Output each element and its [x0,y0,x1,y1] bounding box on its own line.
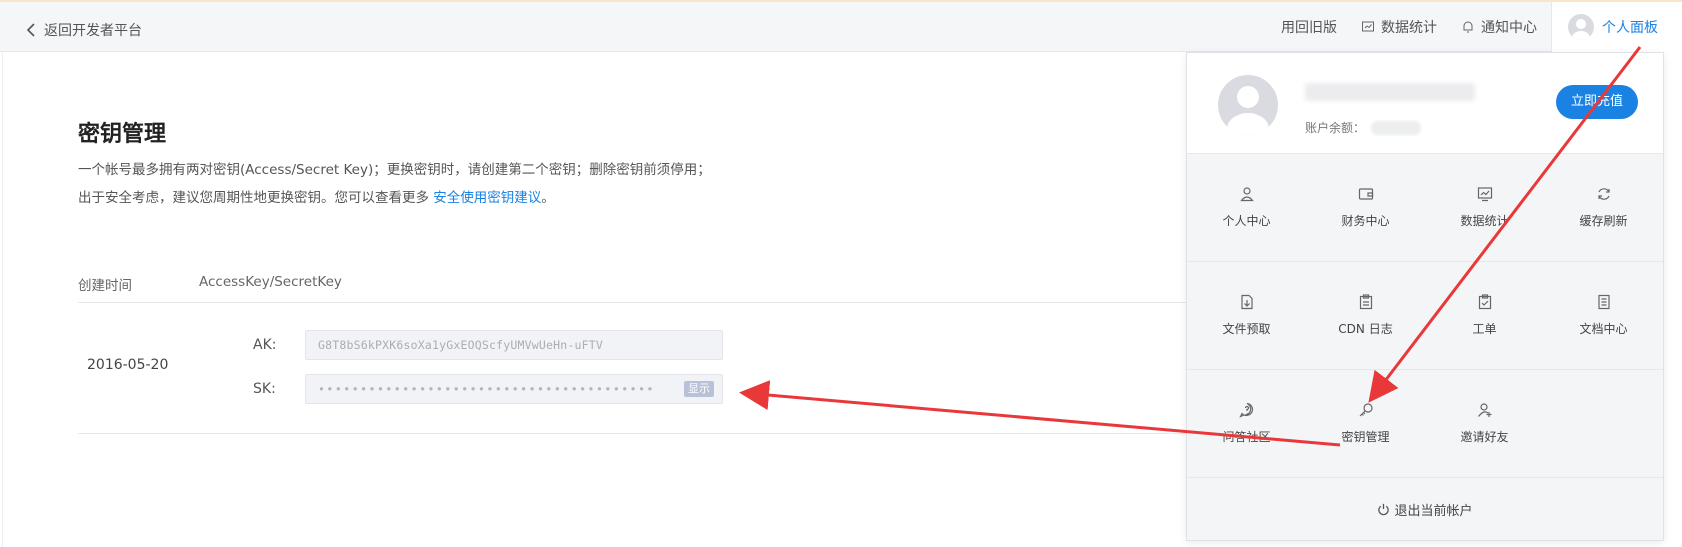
checklist-icon [1478,294,1491,310]
blurred-balance-amount [1371,120,1422,135]
access-key-field[interactable]: G8T8bS6kPXK6soXa1yGxEOQScfyUMVwUeHn-uFTV [305,330,723,360]
old-version-label: 用回旧版 [1281,20,1337,36]
clipboard-icon [1359,294,1372,310]
menu-cdn-logs[interactable]: CDN 日志 [1306,262,1425,369]
user-icon [1239,187,1254,202]
personal-panel-dropdown: 账户余额： 立即充值 个人中心 财务中心 数据统计 缓存刷新 文件预取 CDN … [1186,52,1664,541]
key-management-page: 密钥管理 一个帐号最多拥有两对密钥(Access/Secret Key)；更换密… [2,52,1193,547]
document-icon [1597,294,1610,310]
back-to-developer-platform-link[interactable]: 返回开发者平台 [26,20,142,40]
ak-label: AK: [253,337,277,353]
data-stats-label: 数据统计 [1381,20,1437,36]
column-header-keys: AccessKey/SecretKey [199,274,342,290]
menu-row: 文件预取 CDN 日志 工单 文档中心 [1187,262,1663,370]
menu-qa-community[interactable]: 问答社区 [1187,370,1306,477]
menu-row: 个人中心 财务中心 数据统计 缓存刷新 [1187,154,1663,262]
menu-key-management[interactable]: 密钥管理 [1306,370,1425,477]
power-icon [1378,503,1390,515]
table-header-divider [78,302,1193,303]
sk-label: SK: [253,381,276,397]
menu-label: 邀请好友 [1460,430,1509,444]
panel-account-header: 账户余额： 立即充值 [1187,53,1663,154]
question-icon [1238,402,1253,418]
menu-cache-refresh[interactable]: 缓存刷新 [1544,154,1663,261]
avatar [1568,14,1594,40]
page-title: 密钥管理 [78,122,167,147]
old-version-link[interactable]: 用回旧版 [1281,17,1337,37]
menu-docs-center[interactable]: 文档中心 [1544,262,1663,369]
chevron-left-icon [26,23,35,37]
show-secret-key-button[interactable]: 显示 [684,381,714,397]
menu-row: 问答社区 密钥管理 邀请好友 [1187,370,1663,478]
panel-menu-grid: 个人中心 财务中心 数据统计 缓存刷新 文件预取 CDN 日志 工单 文档中心 … [1187,154,1663,478]
balance-label: 账户余额： [1305,121,1366,135]
menu-label: 缓存刷新 [1579,214,1628,228]
menu-label: 问答社区 [1222,430,1271,444]
logout-button[interactable]: 退出当前帐户 [1187,478,1663,540]
bell-icon [1463,21,1473,33]
account-balance: 账户余额： [1305,119,1422,136]
logout-label: 退出当前帐户 [1394,503,1473,519]
back-label: 返回开发者平台 [44,23,142,39]
key-security-advice-link[interactable]: 安全使用密钥建议 [433,190,541,206]
menu-label: 财务中心 [1341,214,1390,228]
notifications-label: 通知中心 [1481,20,1537,36]
wallet-icon [1358,188,1373,200]
data-stats-link[interactable]: 数据统计 [1361,17,1437,37]
menu-tickets[interactable]: 工单 [1425,262,1544,369]
menu-label: 文档中心 [1579,322,1628,336]
menu-invite-friends[interactable]: 邀请好友 [1425,370,1544,477]
secret-key-field[interactable]: ••••••••••••••••••••••••••••••••••••••••… [305,374,723,404]
top-bar: 返回开发者平台 用回旧版 数据统计 通知中心 个人面板 [0,0,1682,52]
avatar [1218,75,1278,135]
menu-label: 文件预取 [1222,322,1271,336]
menu-label: CDN 日志 [1338,322,1393,336]
description-end: 。 [541,190,555,206]
menu-label: 数据统计 [1460,214,1509,228]
menu-personal-center[interactable]: 个人中心 [1187,154,1306,261]
menu-file-prefetch[interactable]: 文件预取 [1187,262,1306,369]
personal-panel-label: 个人面板 [1602,20,1658,36]
personal-panel-toggle[interactable]: 个人面板 [1552,2,1682,52]
file-download-icon [1240,294,1253,310]
menu-label: 个人中心 [1222,214,1271,228]
table-row-divider [78,433,1193,434]
notifications-link[interactable]: 通知中心 [1461,17,1537,37]
blurred-username [1305,83,1475,101]
menu-data-stats[interactable]: 数据统计 [1425,154,1544,261]
refresh-icon [1597,188,1610,200]
menu-label: 工单 [1472,322,1497,336]
description-text: 一个帐号最多拥有两对密钥(Access/Secret Key)；更换密钥时，请创… [78,162,711,206]
top-nav: 用回旧版 数据统计 通知中心 个人面板 [1257,2,1682,52]
key-icon [1359,403,1373,417]
menu-finance-center[interactable]: 财务中心 [1306,154,1425,261]
page-description: 一个帐号最多拥有两对密钥(Access/Secret Key)；更换密钥时，请创… [78,156,718,212]
menu-label: 密钥管理 [1341,430,1390,444]
recharge-button[interactable]: 立即充值 [1556,85,1638,119]
chart-icon [1477,187,1492,202]
empty-cell [1544,370,1663,477]
secret-key-masked: •••••••••••••••••••••••••••••••••••••••• [318,382,655,396]
key-created-date: 2016-05-20 [87,357,169,373]
column-header-created-time: 创建时间 [78,278,132,294]
invite-icon [1477,403,1491,417]
chart-icon [1362,21,1374,32]
